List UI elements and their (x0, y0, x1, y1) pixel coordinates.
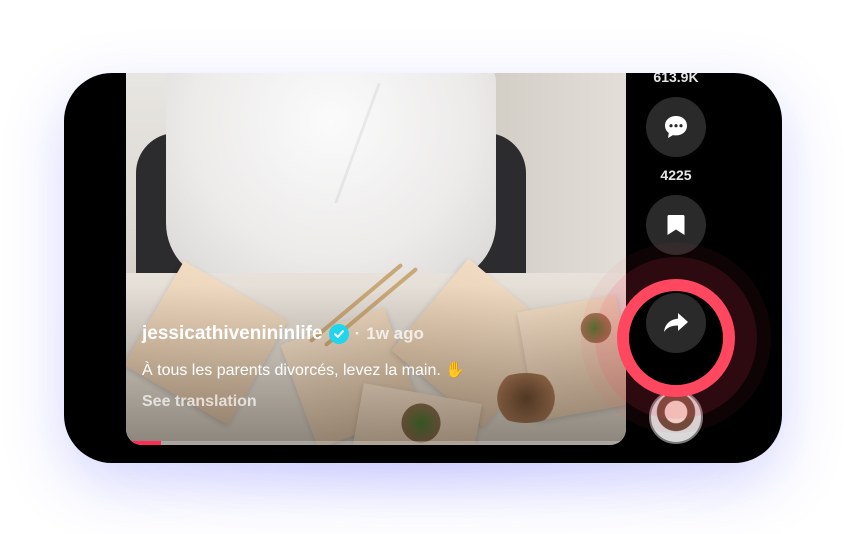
video-progress-fill (126, 441, 161, 445)
bookmark-button[interactable] (646, 195, 706, 255)
like-count: 613.9K (653, 73, 699, 85)
video-player-card: jessicathivenininlife · 1w ago À tous le… (64, 73, 782, 463)
video-progress-bar[interactable] (126, 441, 626, 445)
video-person (166, 73, 496, 283)
bookmark-icon (667, 215, 685, 235)
meta-separator: · (354, 324, 361, 343)
share-highlight-ring (617, 279, 735, 397)
author-username[interactable]: jessicathivenininlife (142, 323, 323, 345)
verified-badge-icon (328, 324, 349, 344)
video-description: À tous les parents divorcés, levez la ma… (142, 362, 466, 379)
video-caption: jessicathivenininlife · 1w ago À tous le… (142, 323, 612, 411)
post-time: 1w ago (366, 324, 424, 343)
creator-avatar[interactable] (649, 390, 703, 444)
comment-count: 4225 (660, 167, 692, 183)
action-bar: 613.9K 4225 (646, 73, 706, 463)
author-row: jessicathivenininlife · 1w ago (142, 323, 612, 345)
video-frame[interactable]: jessicathivenininlife · 1w ago À tous le… (126, 73, 626, 445)
see-translation-link[interactable]: See translation (142, 393, 612, 411)
comment-button[interactable] (646, 97, 706, 157)
comment-icon (665, 116, 687, 138)
